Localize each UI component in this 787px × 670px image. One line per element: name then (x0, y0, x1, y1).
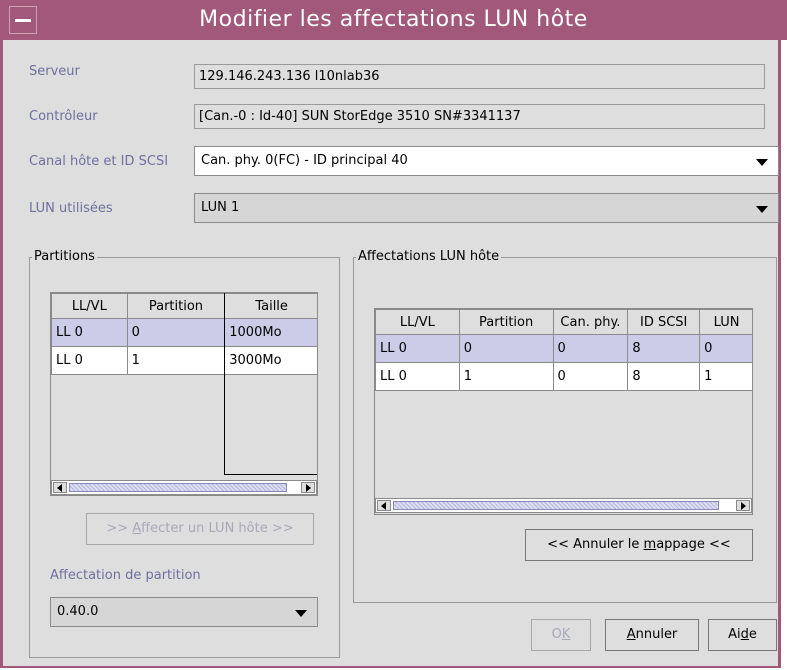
unmap-button-mnemonic: m (643, 537, 657, 552)
table-cell: 0 (126, 318, 226, 347)
partition-assignment-select[interactable]: 0.40.0 (50, 597, 318, 627)
partitions-group-title: Partitions (32, 249, 97, 264)
cancel-button-suffix: nnuler (635, 627, 678, 642)
chevron-down-icon (295, 610, 307, 617)
unmap-button-prefix: << Annuler le (547, 537, 644, 552)
cancel-button[interactable]: Annuler (605, 619, 699, 651)
table-cell: LL 0 (51, 346, 128, 375)
table-cell: 1 (126, 346, 226, 375)
chevron-down-icon (756, 206, 768, 213)
channel-label: Canal hôte et ID SCSI (29, 154, 169, 169)
column-header[interactable]: LUN (699, 309, 752, 335)
table-cell: 0 (552, 334, 629, 363)
table-cell: LL 0 (51, 318, 128, 347)
arrow-left-icon (381, 502, 386, 510)
table-cell: 1 (458, 362, 554, 391)
lun-select-value: LUN 1 (201, 200, 240, 215)
channel-select[interactable]: Can. phy. 0(FC) - ID principal 40 (194, 146, 779, 176)
partition-assignment-value: 0.40.0 (57, 604, 99, 619)
column-header[interactable]: Partition (458, 309, 554, 335)
assign-button-mnemonic: A (132, 521, 142, 536)
help-button[interactable]: Aide (708, 619, 777, 651)
partition-assignment-label: Affectation de partition (50, 568, 201, 583)
lun-select[interactable]: LUN 1 (194, 193, 779, 223)
assign-button-suffix: ffecter un LUN hôte >> (141, 521, 294, 536)
table-cell: LL 0 (375, 362, 460, 391)
assign-host-lun-button[interactable]: >> Affecter un LUN hôte >> (86, 513, 314, 545)
column-header[interactable]: Partition (126, 293, 226, 319)
scroll-right-button[interactable] (736, 500, 750, 511)
column-focus-outline (224, 293, 317, 475)
table-cell: 0 (699, 334, 752, 363)
assign-button-prefix: >> (106, 521, 133, 536)
ok-button[interactable]: OK (531, 619, 591, 651)
column-header[interactable]: ID SCSI (627, 309, 701, 335)
unmap-button-suffix: appage << (656, 537, 731, 552)
table-cell: 8 (627, 362, 701, 391)
column-header[interactable]: LL/VL (375, 309, 460, 335)
partitions-table: LL/VL Partition Taille LL 0 0 1000Mo LL … (50, 292, 318, 496)
arrow-right-icon (306, 484, 311, 492)
server-label: Serveur (29, 64, 80, 79)
ok-button-prefix: O (551, 627, 562, 642)
unmap-button[interactable]: << Annuler le mappage << (525, 529, 753, 561)
column-header[interactable]: Can. phy. (552, 309, 629, 335)
scrollbar-thumb[interactable] (393, 501, 719, 510)
table-cell: 0 (552, 362, 629, 391)
table-row[interactable]: LL 0 1 0 8 1 (375, 362, 752, 391)
controller-field: [Can.-0 : Id-40] SUN StorEdge 3510 SN#33… (194, 104, 765, 129)
horizontal-scrollbar[interactable] (375, 498, 752, 513)
scrollbar-thumb[interactable] (69, 483, 287, 492)
scroll-left-button[interactable] (53, 482, 67, 493)
horizontal-scrollbar[interactable] (51, 480, 317, 495)
ok-button-mnemonic: K (561, 627, 571, 642)
host-lun-mappings-title: Affectations LUN hôte (356, 249, 502, 264)
help-button-mnemonic: d (740, 627, 749, 642)
table-cell: 0 (458, 334, 554, 363)
scroll-right-button[interactable] (301, 482, 315, 493)
column-header[interactable]: LL/VL (51, 293, 128, 319)
host-lun-mappings-table: LL/VL Partition Can. phy. ID SCSI LUN LL… (374, 308, 753, 515)
arrow-left-icon (57, 484, 62, 492)
scroll-left-button[interactable] (377, 500, 391, 511)
controller-label: Contrôleur (29, 109, 98, 124)
title-bar: Modifier les affectations LUN hôte (0, 0, 787, 40)
table-row[interactable]: LL 0 0 0 8 0 (375, 334, 752, 363)
table-cell: 8 (627, 334, 701, 363)
server-field: 129.146.243.136 l10nlab36 (194, 64, 765, 89)
arrow-right-icon (741, 502, 746, 510)
chevron-down-icon (756, 159, 768, 166)
help-button-prefix: Ai (728, 627, 741, 642)
table-cell: 1 (699, 362, 752, 391)
table-cell: LL 0 (375, 334, 460, 363)
channel-select-value: Can. phy. 0(FC) - ID principal 40 (201, 153, 408, 168)
mappings-table-header: LL/VL Partition Can. phy. ID SCSI LUN (375, 309, 752, 335)
cancel-button-mnemonic: A (626, 627, 636, 642)
window-title: Modifier les affectations LUN hôte (199, 7, 588, 32)
help-button-suffix: e (748, 627, 757, 642)
lun-label: LUN utilisées (29, 201, 113, 216)
